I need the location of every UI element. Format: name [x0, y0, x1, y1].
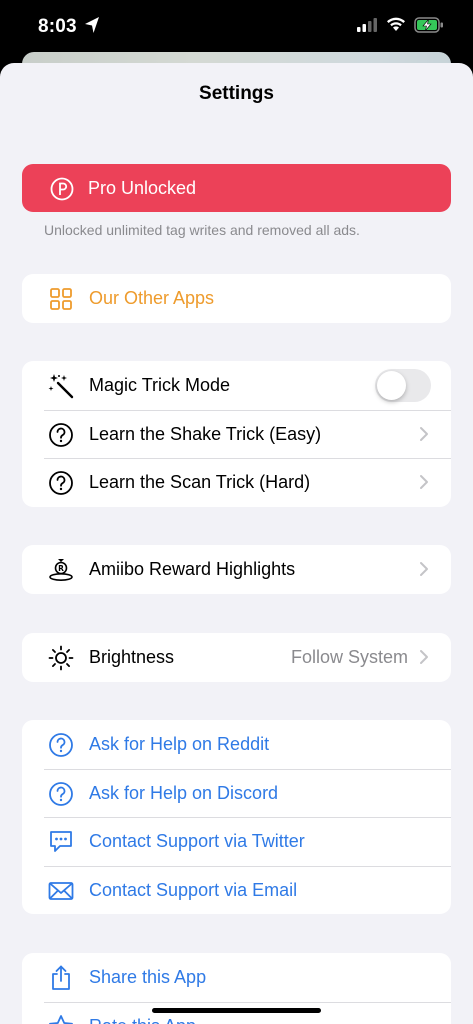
- svg-text:R: R: [58, 564, 64, 573]
- ask-help-reddit-row[interactable]: Ask for Help on Reddit: [22, 720, 451, 769]
- pro-badge-icon: [50, 177, 74, 206]
- learn-scan-trick-row[interactable]: Learn the Scan Trick (Hard): [22, 458, 451, 507]
- share-group: Share this App Rate this App: [22, 953, 451, 1024]
- settings-sheet: Settings Pro Unlocked Unlocked unlimited…: [0, 63, 473, 1024]
- question-mark-icon: [48, 470, 74, 496]
- contact-support-twitter-row[interactable]: Contact Support via Twitter: [22, 817, 451, 866]
- learn-scan-trick-label: Learn the Scan Trick (Hard): [89, 472, 311, 492]
- ask-help-reddit-label: Ask for Help on Reddit: [89, 734, 270, 754]
- magic-trick-mode-toggle[interactable]: [375, 369, 431, 402]
- other-apps-group: Our Other Apps: [22, 274, 451, 323]
- pro-unlocked-label: Pro Unlocked: [88, 178, 197, 198]
- brightness-label: Brightness: [89, 647, 175, 667]
- magic-trick-group: Magic Trick Mode Learn the Shake Trick (…: [22, 361, 451, 507]
- magic-wand-icon: [48, 373, 74, 399]
- contact-support-email-label: Contact Support via Email: [89, 879, 298, 900]
- amiibo-group: R Amiibo Reward Highlights: [22, 545, 451, 594]
- grid-apps-icon: [48, 286, 74, 312]
- amiibo-reward-highlights-label: Amiibo Reward Highlights: [89, 559, 296, 579]
- sun-icon: [48, 645, 74, 671]
- pro-unlocked-banner[interactable]: Pro Unlocked: [22, 164, 451, 212]
- home-indicator[interactable]: [152, 1008, 321, 1013]
- amiibo-reward-highlights-row[interactable]: R Amiibo Reward Highlights: [22, 545, 451, 594]
- ask-help-discord-label: Ask for Help on Discord: [89, 782, 279, 803]
- battery-charging-icon: [414, 17, 444, 38]
- question-mark-icon: [48, 781, 74, 807]
- contact-support-email-row[interactable]: Contact Support via Email: [22, 865, 451, 915]
- chevron-right-icon: [419, 649, 429, 670]
- status-bar: 8:03: [0, 0, 473, 54]
- status-time: 8:03: [38, 16, 77, 37]
- share-this-app-row[interactable]: Share this App: [22, 953, 451, 1002]
- pro-footer-text: Unlocked unlimited tag writes and remove…: [44, 222, 360, 238]
- chevron-right-icon: [419, 561, 429, 582]
- question-mark-icon: [48, 422, 74, 448]
- envelope-icon: [48, 878, 74, 904]
- brightness-group: Brightness Follow System: [22, 633, 451, 682]
- chevron-right-icon: [419, 474, 429, 495]
- ask-help-discord-row[interactable]: Ask for Help on Discord: [22, 768, 451, 818]
- brightness-row[interactable]: Brightness Follow System: [22, 633, 451, 682]
- star-icon: [48, 1014, 74, 1024]
- amiibo-figure-icon: R: [48, 557, 74, 583]
- chevron-right-icon: [419, 426, 429, 447]
- chat-bubble-icon: [48, 829, 74, 855]
- our-other-apps-label: Our Other Apps: [89, 288, 215, 308]
- rate-this-app-label: Rate this App: [89, 1016, 196, 1024]
- toggle-knob: [377, 371, 406, 400]
- location-arrow-icon: [84, 16, 100, 39]
- wifi-icon: [386, 16, 406, 37]
- share-icon: [48, 965, 74, 991]
- contact-support-twitter-label: Contact Support via Twitter: [89, 831, 305, 851]
- question-mark-icon: [48, 732, 74, 758]
- learn-shake-trick-row[interactable]: Learn the Shake Trick (Easy): [22, 409, 451, 459]
- page-title: Settings: [199, 83, 274, 104]
- learn-shake-trick-label: Learn the Shake Trick (Easy): [89, 423, 322, 444]
- magic-trick-mode-label: Magic Trick Mode: [89, 375, 231, 395]
- share-this-app-label: Share this App: [89, 967, 207, 987]
- cellular-signal-icon: [357, 18, 377, 37]
- our-other-apps-row[interactable]: Our Other Apps: [22, 274, 451, 323]
- help-support-group: Ask for Help on Reddit Ask for Help on D…: [22, 720, 451, 914]
- brightness-value: Follow System: [290, 647, 408, 667]
- magic-trick-mode-row: Magic Trick Mode: [22, 361, 451, 410]
